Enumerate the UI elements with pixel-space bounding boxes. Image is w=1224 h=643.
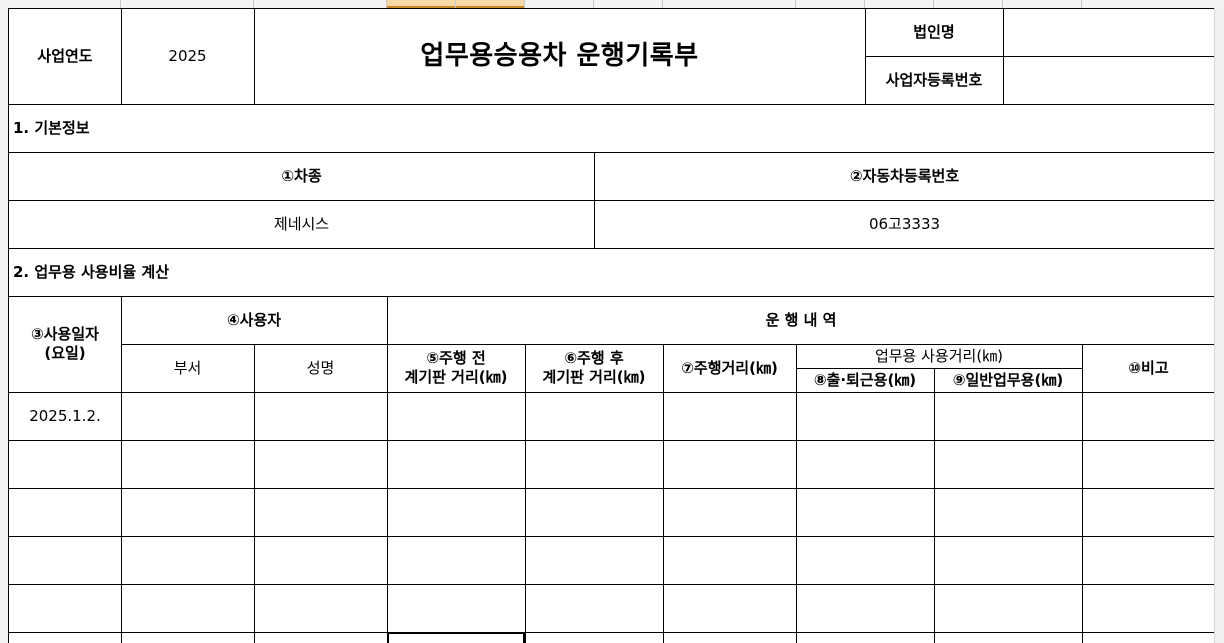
section2-title: 2. 업무용 사용비율 계산 <box>13 262 170 281</box>
border-line <box>9 488 1215 489</box>
row1-date-cell[interactable]: 2025.1.2. <box>9 392 121 440</box>
border-line <box>865 56 1215 57</box>
odometer-before-header: ⑤주행 전 계기판 거리(㎞) <box>404 349 508 386</box>
row2-date-cell[interactable] <box>9 440 121 488</box>
border-line <box>865 8 866 104</box>
border-line <box>9 248 1215 249</box>
use-date-header: ③사용일자 (요일) <box>31 325 99 362</box>
note-header: ⑩비고 <box>1128 358 1169 377</box>
corp-name-value[interactable] <box>1003 8 1215 56</box>
border-line <box>9 152 1215 153</box>
border-line <box>9 536 1215 537</box>
operation-header: 운 행 내 역 <box>765 310 837 329</box>
border-line <box>525 344 526 643</box>
corp-name-label: 법인명 <box>913 22 955 41</box>
dept-header: 부서 <box>173 358 202 377</box>
border-line <box>9 200 1215 201</box>
document-title: 업무용승용차 운행기록부 <box>420 40 699 71</box>
border-line <box>9 584 1215 585</box>
business-reg-value[interactable] <box>1003 56 1215 104</box>
border-line <box>121 296 122 643</box>
car-reg-value[interactable]: 06고3333 <box>594 200 1215 248</box>
border-line <box>594 152 595 248</box>
border-line <box>9 392 1215 393</box>
user-header: ④사용자 <box>226 310 282 329</box>
spreadsheet-grid[interactable]: 사업연도 2025 업무용승용차 운행기록부 법인명 사업자등록번호 1. 기본… <box>8 8 1216 643</box>
border-line <box>796 368 1082 369</box>
border-line <box>9 440 1215 441</box>
name-header: 성명 <box>306 358 335 377</box>
border-line <box>121 8 122 104</box>
border-line <box>9 296 1215 297</box>
general-business-header: ⑨일반업무용(㎞) <box>952 370 1064 389</box>
car-type-label: ①차종 <box>281 166 322 185</box>
year-value[interactable]: 2025 <box>121 8 254 104</box>
border-line <box>387 296 388 643</box>
border-line <box>9 632 1215 633</box>
border-line <box>254 8 255 104</box>
commute-header: ⑧출·퇴근용(㎞) <box>813 370 917 389</box>
distance-header: ⑦주행거리(㎞) <box>681 358 778 377</box>
border-line <box>1003 8 1004 104</box>
border-line <box>121 344 1215 345</box>
business-distance-group-header: 업무용 사용거리(㎞) <box>874 346 1004 365</box>
border-line <box>9 8 1215 9</box>
year-label: 사업연도 <box>37 46 93 65</box>
business-reg-label: 사업자등록번호 <box>885 70 983 89</box>
section1-title: 1. 기본정보 <box>13 118 90 137</box>
border-line <box>796 344 797 643</box>
vertical-scrollbar[interactable] <box>1214 8 1224 643</box>
odometer-after-header: ⑥주행 후 계기판 거리(㎞) <box>542 349 646 386</box>
border-line <box>254 344 255 643</box>
car-reg-label: ②자동차등록번호 <box>849 166 960 185</box>
row3-date-cell[interactable] <box>9 488 121 536</box>
border-line <box>1082 344 1083 643</box>
border-line <box>663 344 664 643</box>
active-cell-selection[interactable] <box>387 632 525 643</box>
border-line <box>9 104 1215 105</box>
car-type-value[interactable]: 제네시스 <box>9 200 594 248</box>
row5-date-cell[interactable] <box>9 584 121 632</box>
row4-date-cell[interactable] <box>9 536 121 584</box>
row-header-gutter[interactable] <box>0 8 8 643</box>
border-line <box>934 368 935 643</box>
